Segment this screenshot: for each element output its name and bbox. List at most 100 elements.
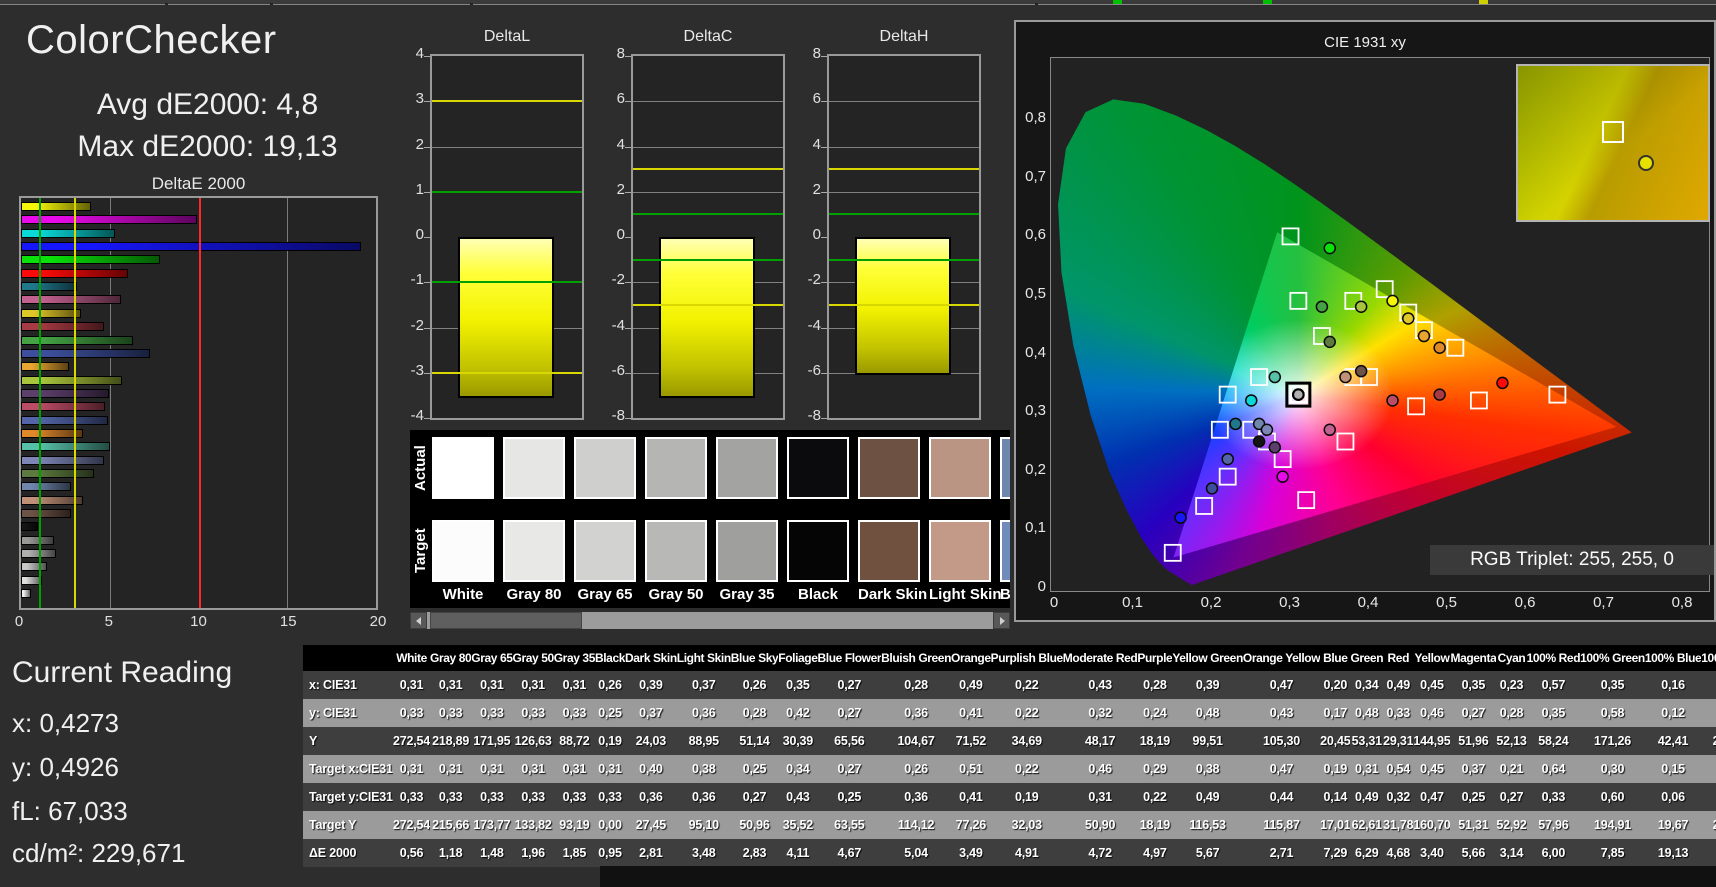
tick-mark <box>821 418 827 419</box>
actual-swatch-dark-skin <box>858 437 920 499</box>
table-cell: 7,85 <box>1580 839 1645 867</box>
highlighted-point-marker <box>1292 388 1305 401</box>
gridline <box>829 101 979 103</box>
table-cell: 0,56 <box>393 839 431 867</box>
measured-dot-marker <box>1339 370 1352 384</box>
current-reading-fl: fL: 67,033 <box>12 796 128 826</box>
deltal-bar-chart <box>424 54 584 420</box>
measured-dot-marker <box>1221 452 1234 466</box>
table-cell: 0,35 <box>778 671 818 699</box>
target-square-marker <box>1250 368 1269 386</box>
table-cell: 4,67 <box>817 839 882 867</box>
deltae2000-bar-chart <box>19 196 378 610</box>
table-cell: 0,16 <box>1644 671 1702 699</box>
table-cell: 0,33 <box>1383 699 1414 727</box>
tick-mark <box>424 101 430 103</box>
tick-mark <box>821 101 827 103</box>
table-cell: 115,87 <box>1242 811 1321 839</box>
actual-swatch-black <box>787 437 849 499</box>
table-cell: 0,33 <box>1701 783 1716 811</box>
swatch-label: Dark Skin <box>858 586 928 603</box>
cie-1931-panel: CIE 1931 xy 0,8 0,7 0,6 0,5 0,4 0,3 0,2 0,1 0 0 0… <box>1014 20 1716 622</box>
y-tick-label: 0 <box>616 226 625 243</box>
reference-line <box>633 303 783 306</box>
table-cell: 62,61 <box>1350 811 1384 839</box>
table-cell: 0,46 <box>1413 699 1451 727</box>
x-tick-label: 15 <box>279 613 297 630</box>
target-square-marker <box>1195 497 1214 515</box>
scrollbar-thumb[interactable] <box>430 612 582 629</box>
table-cell: 160,70 <box>1413 811 1451 839</box>
table-cell: 215,66 <box>430 811 472 839</box>
table-cell: 0,22 <box>990 699 1063 727</box>
table-cell: 0,34 <box>1350 671 1384 699</box>
de-bar-bluish-green <box>21 442 111 452</box>
target-square-marker <box>1375 280 1394 299</box>
table-cell: 0,33 <box>430 783 472 811</box>
table-cell: 65,56 <box>817 727 882 755</box>
target-square-marker <box>1548 385 1567 404</box>
y-tick-label: 0 <box>812 226 821 243</box>
swatch-scrollbar[interactable] <box>410 612 1010 629</box>
tick-mark <box>625 101 631 103</box>
measured-dot-marker <box>1354 300 1368 313</box>
row-label: Y <box>303 727 393 755</box>
table-cell: 0,38 <box>1172 755 1243 783</box>
column-header: Green <box>1350 645 1384 671</box>
actual-swatch-gray-35 <box>716 437 778 499</box>
deltac-chart-title: DeltaC <box>683 28 733 45</box>
de-bar-white <box>21 589 31 599</box>
table-cell: 0,37 <box>625 699 677 727</box>
deltal-y-axis: 4 3 2 1 0 -1 -2 -3 -4 <box>398 45 424 424</box>
scroll-left-icon[interactable] <box>410 612 427 629</box>
table-cell: 0,33 <box>430 699 472 727</box>
table-cell: 5,31 <box>1701 839 1716 867</box>
table-cell: 3,40 <box>1413 839 1451 867</box>
tick-mark <box>424 237 430 238</box>
reference-line <box>432 100 582 103</box>
gridline <box>829 191 979 193</box>
table-cell: 0,36 <box>676 783 731 811</box>
column-header: Dark Skin <box>625 645 677 671</box>
x-tick-label: 0,2 <box>1200 594 1222 611</box>
tick-mark <box>821 191 827 193</box>
table-cell: 0,14 <box>1320 783 1351 811</box>
reference-line <box>432 190 582 193</box>
table-cell: 0,33 <box>512 699 554 727</box>
de-bar-purplish-blue <box>21 415 109 425</box>
table-cell: 3,48 <box>676 839 731 867</box>
target-square-marker <box>1218 385 1237 404</box>
scroll-right-icon[interactable] <box>993 612 1010 629</box>
table-cell: 17,01 <box>1320 811 1351 839</box>
table-cell: 0,22 <box>1137 783 1173 811</box>
table-cell: 0,41 <box>951 783 991 811</box>
table-cell: 0,27 <box>817 699 882 727</box>
table-cell: 0,31 <box>594 755 626 783</box>
table-cell: 4,68 <box>1383 839 1414 867</box>
y-tick-label: 2 <box>616 180 625 198</box>
table-cell: 0,37 <box>1450 755 1497 783</box>
table-cell: 95,10 <box>676 811 731 839</box>
column-header: 100% Blue <box>1644 645 1702 671</box>
actual-swatch-blue-sky <box>1000 437 1010 499</box>
table-cell: 0,29 <box>1137 755 1173 783</box>
reference-line <box>432 281 582 284</box>
table-cell: 272,54 <box>393 811 430 839</box>
measured-dot-marker <box>1354 364 1368 378</box>
table-cell: 0,25 <box>817 783 882 811</box>
table-cell: 0,64 <box>1526 755 1581 783</box>
column-header: 100% Green <box>1580 645 1645 671</box>
table-cell: 0,49 <box>1172 783 1243 811</box>
column-header: Light Skin <box>676 645 731 671</box>
column-header: Moderate Red <box>1062 645 1138 671</box>
table-cell: 0,32 <box>1701 699 1716 727</box>
x-tick-label: 5 <box>104 613 113 630</box>
actual-swatch-light-skin <box>929 437 991 499</box>
table-cell: 58,24 <box>1526 727 1581 755</box>
gridline <box>633 191 783 193</box>
x-tick-label: 0,4 <box>1357 594 1379 611</box>
table-cell: 35,52 <box>778 811 818 839</box>
measured-dot-marker <box>1252 435 1266 448</box>
table-cell: 50,96 <box>730 811 779 839</box>
x-tick-label: 0,5 <box>1436 594 1457 611</box>
